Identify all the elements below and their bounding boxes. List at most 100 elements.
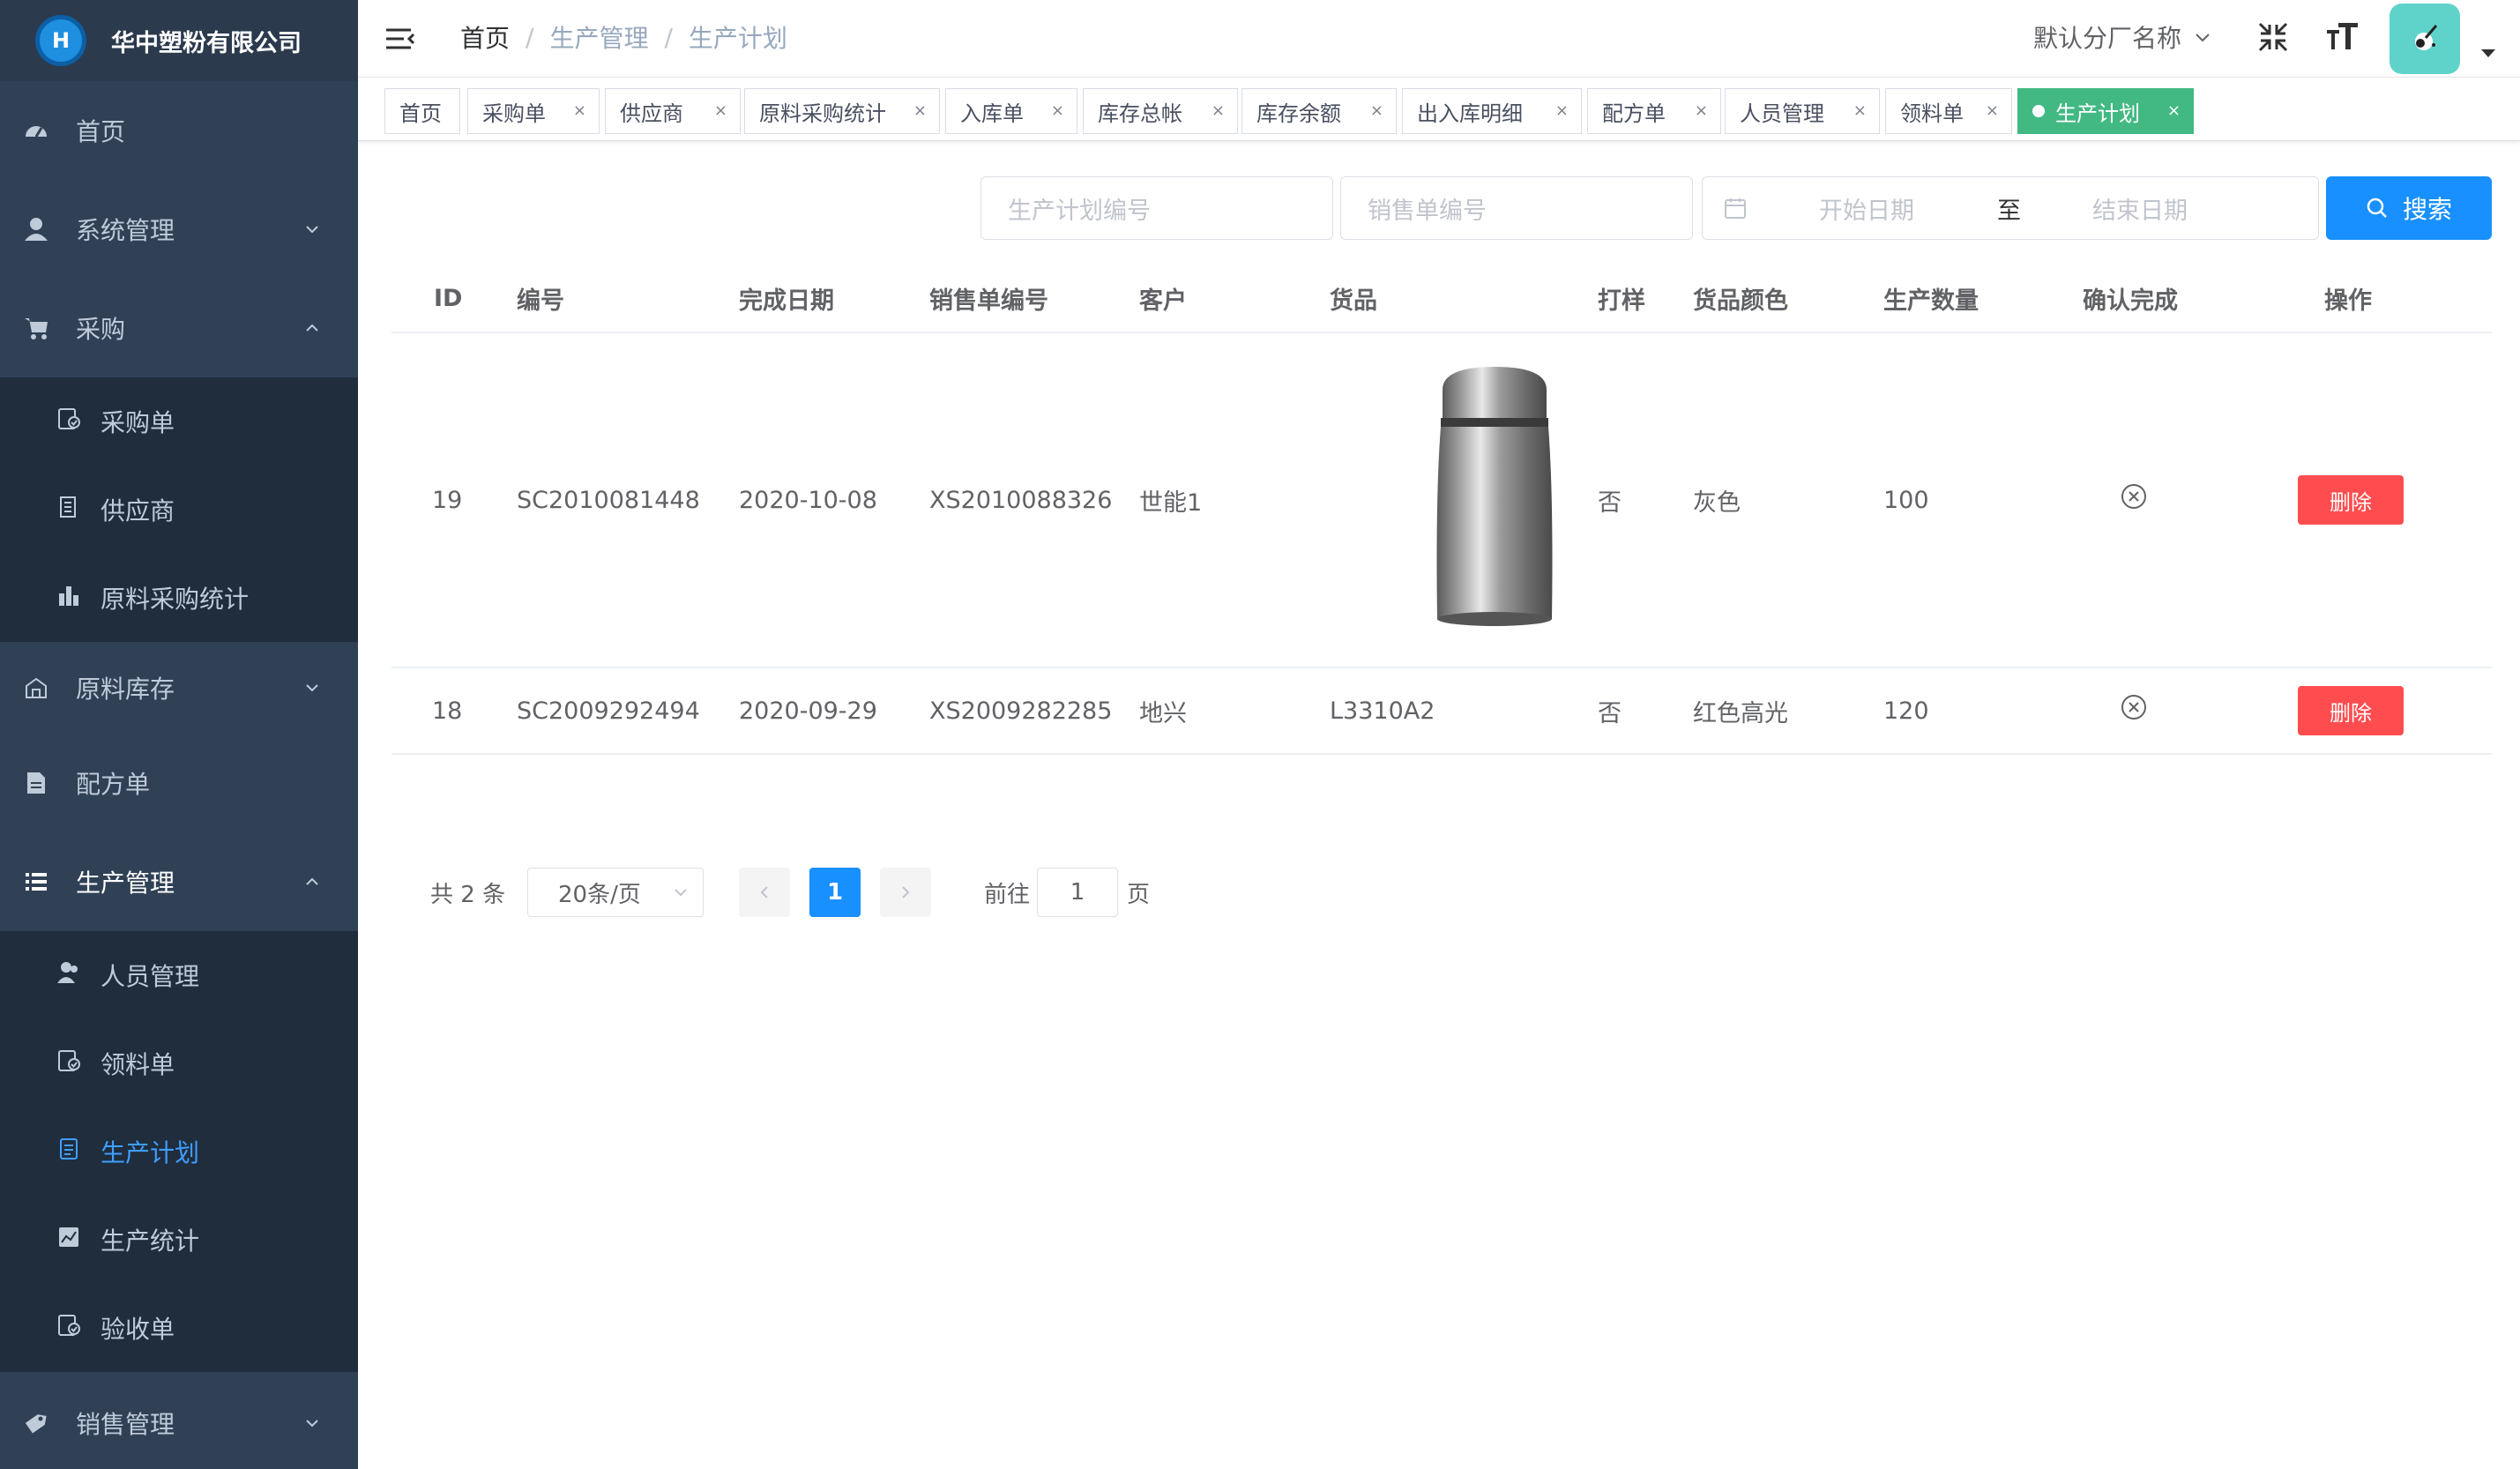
dashboard-icon	[21, 116, 51, 145]
sidebar-item-material-requisition[interactable]: 领料单	[0, 1019, 358, 1107]
tag-supplier[interactable]: 供应商 ×	[605, 88, 741, 134]
sidebar-item-label: 配方单	[76, 770, 151, 799]
tag-formula[interactable]: 配方单 ×	[1587, 88, 1721, 134]
document-check-icon	[56, 1048, 81, 1079]
exit-fullscreen-icon[interactable]	[2254, 18, 2293, 56]
sidebar-item-formula[interactable]: 配方单	[0, 734, 358, 832]
chevron-down-icon	[306, 684, 318, 692]
search-button[interactable]: 搜索	[2326, 176, 2492, 240]
factory-label: 默认分厂名称	[2033, 24, 2182, 53]
goto-page-value: 1	[1070, 879, 1085, 906]
cell-product-image	[1428, 333, 1561, 667]
start-date-placeholder[interactable]: 开始日期	[1819, 177, 1914, 239]
table-row: 19 SC2010081448 2020-10-08 XS2010088326 …	[391, 333, 2492, 668]
close-icon[interactable]: ×	[714, 101, 727, 120]
tag-label: 首页	[399, 101, 442, 126]
close-icon[interactable]: ×	[1212, 101, 1225, 120]
close-icon[interactable]: ×	[573, 101, 586, 120]
column-header-product: 货品	[1330, 287, 1377, 315]
goto-page-input[interactable]: 1	[1037, 868, 1118, 917]
cell-confirmed[interactable]	[2120, 330, 2148, 663]
close-icon[interactable]: ×	[1695, 101, 1708, 120]
search-icon	[2367, 198, 2387, 218]
chevron-right-icon	[902, 886, 910, 899]
sidebar-item-production-plan[interactable]: 生产计划	[0, 1107, 358, 1196]
sidebar-item-sales[interactable]: 销售管理	[0, 1372, 358, 1469]
close-icon[interactable]: ×	[1051, 101, 1064, 120]
chevron-up-icon	[306, 877, 318, 885]
tag-stock-in[interactable]: 入库单 ×	[945, 88, 1077, 134]
range-separator: 至	[1997, 197, 2021, 225]
close-icon[interactable]: ×	[1370, 101, 1383, 120]
tag-stock-ledger[interactable]: 库存总帐 ×	[1083, 88, 1238, 134]
delete-button[interactable]: 删除	[2298, 475, 2404, 525]
chevron-down-icon	[306, 1420, 318, 1428]
next-page-button[interactable]	[880, 868, 931, 917]
sidebar-item-label: 验收单	[101, 1315, 175, 1344]
tag-requisition[interactable]: 领料单 ×	[1885, 88, 2012, 134]
delete-button[interactable]: 删除	[2298, 686, 2404, 735]
tag-label: 领料单	[1900, 101, 1964, 126]
warehouse-icon	[21, 673, 51, 703]
tag-stock-detail[interactable]: 出入库明细 ×	[1402, 88, 1582, 134]
caret-down-icon[interactable]	[2481, 49, 2495, 57]
sidebar-item-label: 原料采购统计	[101, 585, 250, 614]
sidebar-item-purchase[interactable]: 采购	[0, 279, 358, 377]
avatar[interactable]	[2390, 4, 2460, 74]
tag-home[interactable]: 首页	[384, 88, 460, 134]
sidebar-item-label: 首页	[76, 117, 126, 146]
breadcrumb-home[interactable]: 首页	[460, 19, 510, 55]
hamburger-icon[interactable]	[384, 23, 416, 55]
close-icon[interactable]: ×	[1986, 101, 1999, 120]
sales-no-input[interactable]: 销售单编号	[1340, 176, 1693, 240]
sidebar-item-production-stats[interactable]: 生产统计	[0, 1196, 358, 1284]
sidebar-item-label: 生产管理	[76, 869, 175, 898]
sidebar-item-label: 原料库存	[76, 675, 175, 704]
sidebar-item-label: 销售管理	[76, 1410, 175, 1439]
page-size-select[interactable]: 20条/页	[527, 868, 704, 917]
date-range-picker[interactable]: 开始日期 至 结束日期	[1702, 176, 2319, 240]
building-icon	[56, 495, 81, 526]
sidebar-item-production[interactable]: 生产管理	[0, 832, 358, 931]
cell-sample: 否	[1598, 488, 1622, 517]
cell-finish-date: 2020-10-08	[739, 486, 877, 514]
prev-page-button[interactable]	[739, 868, 790, 917]
table-row: 18 SC2009292494 2020-09-29 XS2009282285 …	[391, 668, 2492, 755]
sidebar-item-inventory[interactable]: 原料库存	[0, 642, 358, 734]
factory-dropdown[interactable]: 默认分厂名称	[2033, 0, 2211, 74]
column-header-sales-no: 销售单编号	[929, 287, 1048, 315]
x-circle-icon[interactable]	[2120, 693, 2148, 721]
sidebar-item-acceptance[interactable]: 验收单	[0, 1284, 358, 1372]
font-size-icon[interactable]	[2322, 18, 2361, 56]
close-icon[interactable]: ×	[913, 101, 927, 120]
plan-no-input[interactable]: 生产计划编号	[980, 176, 1333, 240]
x-circle-icon[interactable]	[2120, 482, 2148, 511]
tag-label: 原料采购统计	[759, 101, 886, 126]
search-button-label: 搜索	[2402, 195, 2452, 224]
sidebar-item-purchase-order[interactable]: 采购单	[0, 377, 358, 466]
sidebar-item-supplier[interactable]: 供应商	[0, 466, 358, 554]
close-icon[interactable]: ×	[1853, 101, 1867, 120]
page-number-button[interactable]: 1	[809, 868, 861, 917]
cell-confirmed[interactable]	[2120, 665, 2148, 749]
cell-customer: 世能1	[1139, 488, 1203, 517]
document-check-icon	[56, 406, 81, 437]
breadcrumb-current: 生产计划	[688, 24, 787, 53]
sidebar-item-label: 供应商	[101, 496, 175, 526]
calendar-icon	[1725, 198, 1746, 219]
tag-stock-balance[interactable]: 库存余额 ×	[1241, 88, 1397, 134]
sidebar-item-home[interactable]: 首页	[0, 81, 358, 180]
tag-personnel[interactable]: 人员管理 ×	[1725, 88, 1880, 134]
end-date-placeholder[interactable]: 结束日期	[2092, 177, 2188, 239]
tag-label: 库存总帐	[1098, 101, 1182, 126]
close-icon[interactable]: ×	[2167, 101, 2181, 120]
close-icon[interactable]: ×	[1555, 101, 1569, 120]
tag-purchase-order[interactable]: 采购单 ×	[467, 88, 600, 134]
chevron-up-icon	[306, 324, 318, 332]
sidebar-item-personnel[interactable]: 人员管理	[0, 931, 358, 1019]
chevron-down-icon	[2196, 34, 2210, 42]
tag-production-plan[interactable]: 生产计划 ×	[2017, 88, 2194, 134]
sidebar-item-purchase-stats[interactable]: 原料采购统计	[0, 554, 358, 642]
tag-purchase-stats[interactable]: 原料采购统计 ×	[744, 88, 940, 134]
sidebar-item-system[interactable]: 系统管理	[0, 180, 358, 279]
